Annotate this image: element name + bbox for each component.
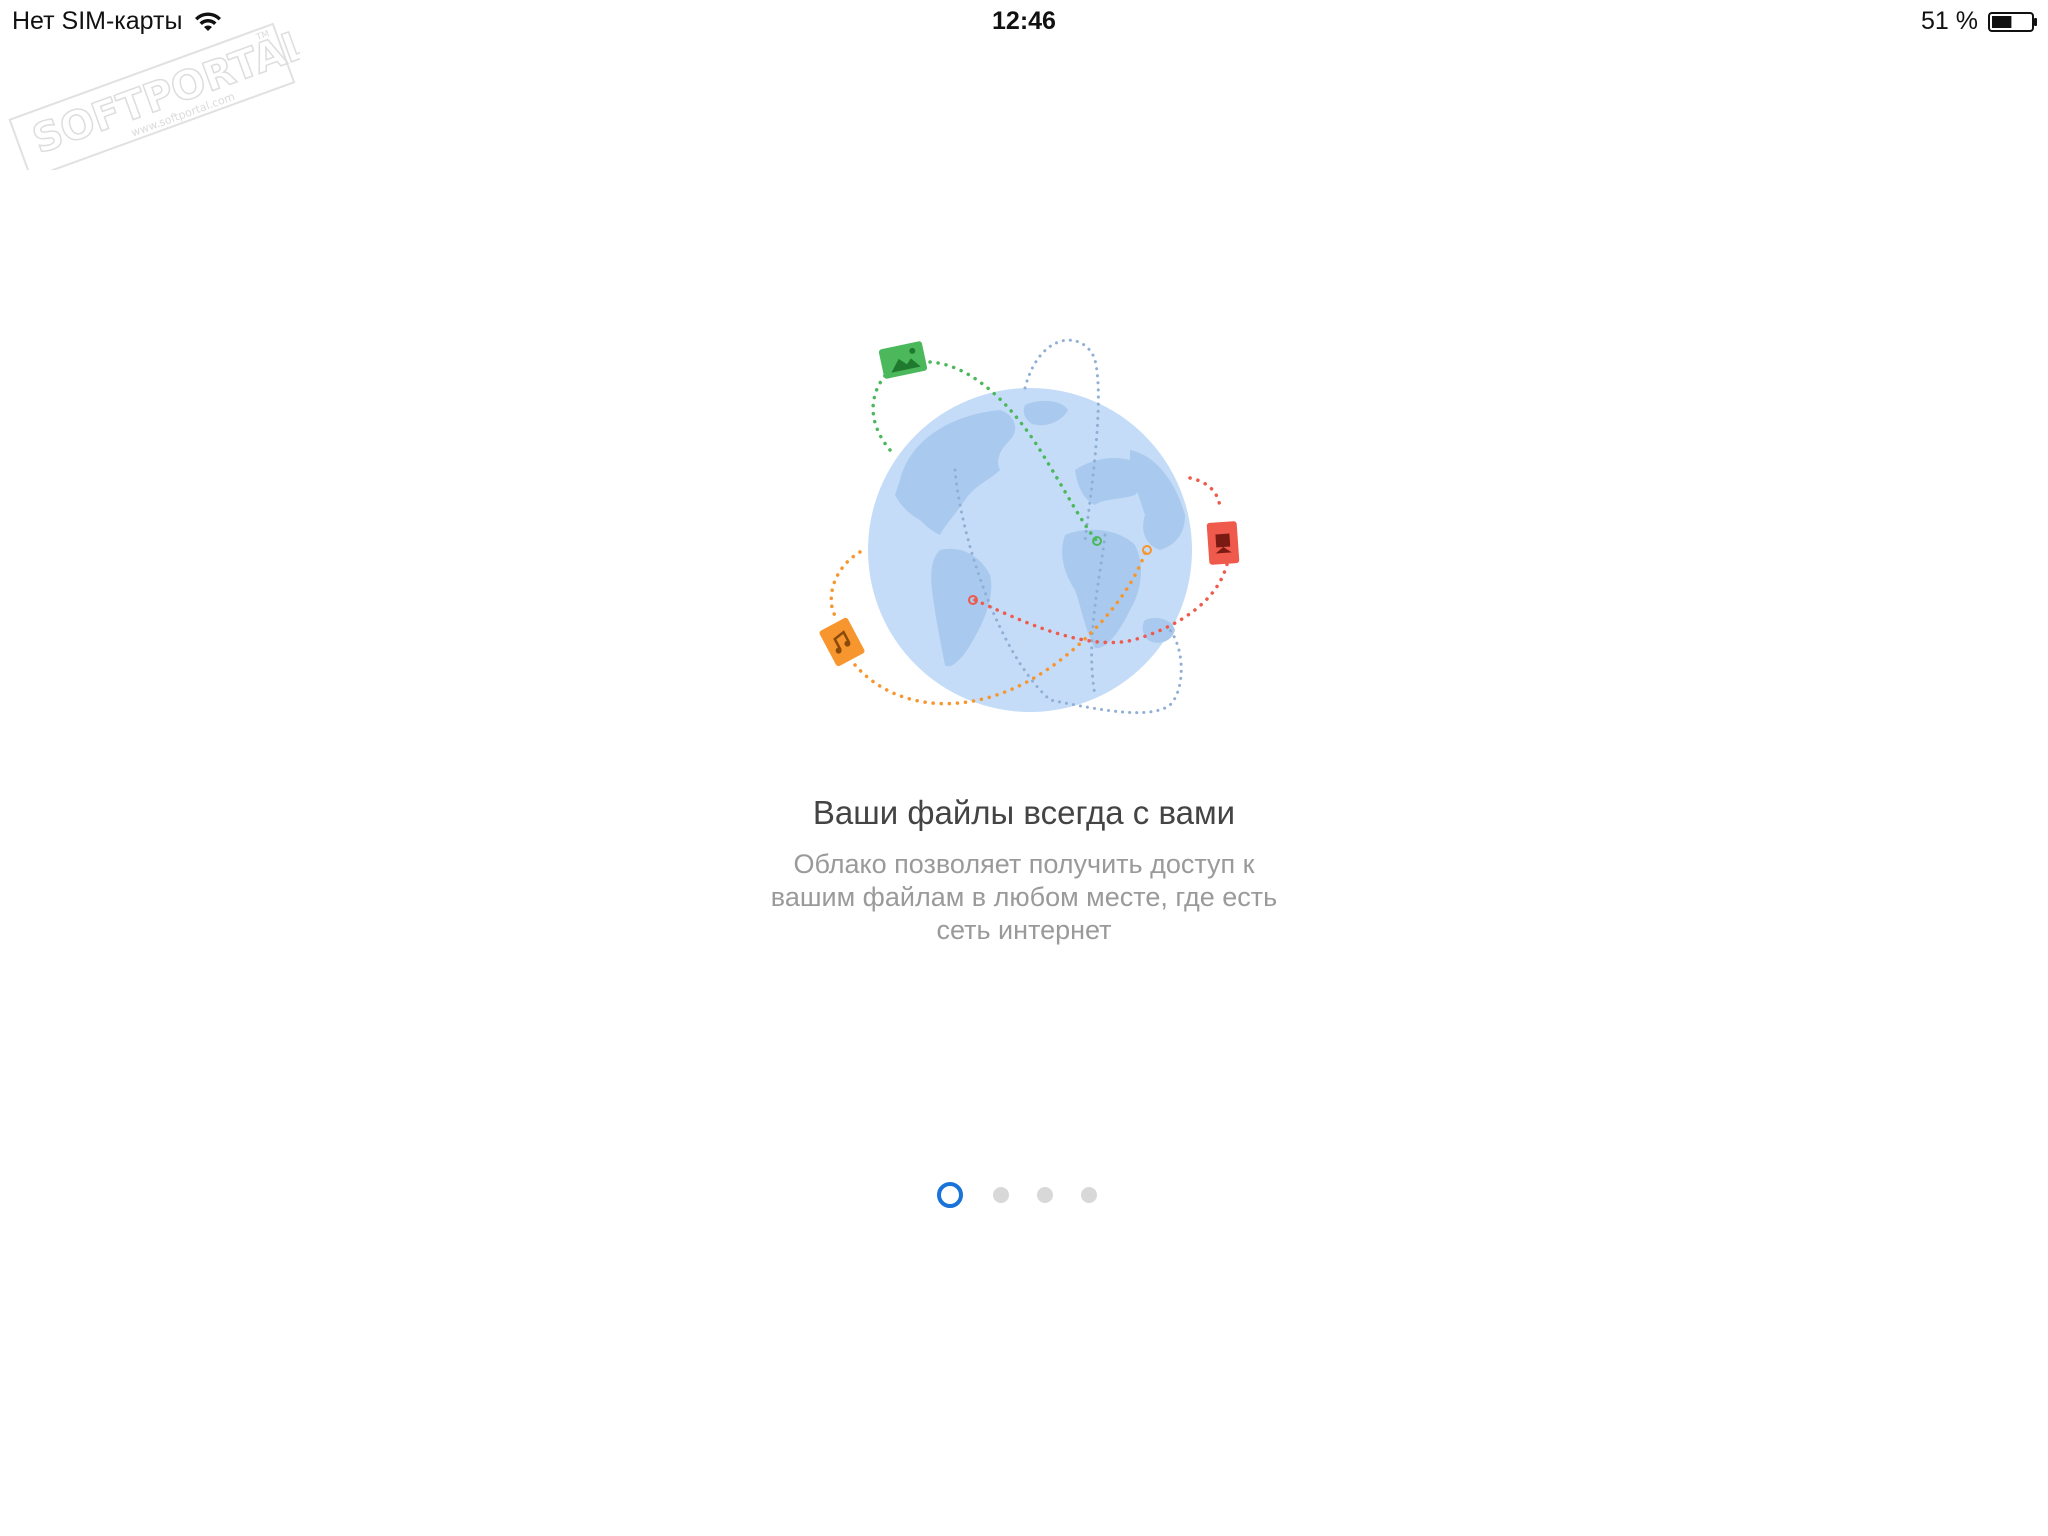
- softportal-watermark: SOFTPORTAL www.softportal.com TM: [8, 20, 300, 170]
- battery-status: 51 %: [1921, 7, 2038, 36]
- battery-percent: 51 %: [1921, 7, 1978, 35]
- page-dot-4[interactable]: [1081, 1187, 1097, 1203]
- onboarding-title: Ваши файлы всегда с вами: [812, 794, 1236, 831]
- description-line: Облако позволяет получить доступ к: [793, 849, 1255, 879]
- onboarding-description: Облако позволяет получить доступ к вашим…: [0, 848, 2048, 947]
- page-dot-2[interactable]: [993, 1187, 1009, 1203]
- onboarding-illustration: [819, 338, 1240, 715]
- description-line: сеть интернет: [936, 915, 1112, 945]
- page-dot-1[interactable]: [937, 1182, 963, 1208]
- video-file-icon: [1206, 521, 1240, 565]
- page-indicator[interactable]: [0, 1182, 2048, 1208]
- status-bar: Нет SIM-карты 12:46 51 %: [0, 0, 2048, 40]
- image-file-icon: [878, 341, 928, 379]
- page-dot-3[interactable]: [1037, 1187, 1053, 1203]
- music-file-icon: [819, 617, 865, 667]
- status-time: 12:46: [992, 7, 1056, 35]
- battery-icon: [1988, 11, 2037, 32]
- description-line: вашим файлам в любом месте, где есть: [770, 882, 1278, 912]
